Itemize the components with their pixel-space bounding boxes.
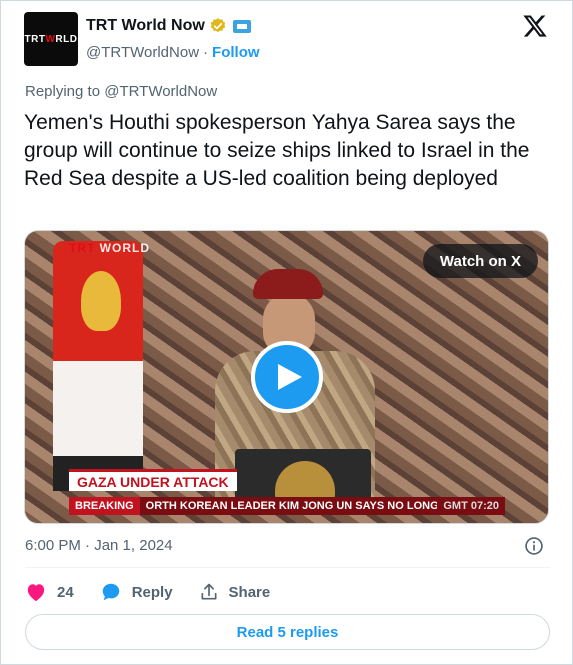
- share-label: Share: [228, 583, 271, 601]
- ticker-label: BREAKING: [69, 497, 140, 515]
- share-button[interactable]: Share: [199, 582, 271, 602]
- author-handle[interactable]: @TRTWorldNow: [86, 44, 199, 61]
- reply-label: Reply: [131, 583, 173, 601]
- author-handle-row: @TRTWorldNow · Follow: [86, 44, 260, 61]
- info-icon[interactable]: [524, 536, 544, 556]
- heart-icon: [27, 584, 45, 602]
- watch-on-x-button[interactable]: Watch on X: [422, 244, 538, 278]
- separator-dot: ·: [203, 44, 209, 61]
- replying-to[interactable]: Replying to @TRTWorldNow: [25, 83, 217, 100]
- video-brand-watermark: TRT WORLD: [69, 241, 150, 255]
- yemen-flag: [53, 241, 143, 491]
- author-display-name[interactable]: TRT World Now: [86, 17, 205, 35]
- follow-button[interactable]: Follow: [212, 44, 260, 61]
- play-button[interactable]: [251, 341, 323, 413]
- action-bar: 24 Reply Share: [25, 579, 296, 605]
- x-logo-icon[interactable]: [522, 13, 548, 39]
- ticker-text: ORTH KOREAN LEADER KIM JONG UN SAYS NO L…: [145, 500, 438, 512]
- reply-bubble-icon: [102, 583, 119, 601]
- affiliation-icon[interactable]: [232, 19, 251, 33]
- avatar[interactable]: TRTWRLD: [24, 12, 78, 66]
- play-icon: [277, 364, 302, 390]
- video-player[interactable]: TRT WORLD Watch on X GAZA UNDER ATTACK B…: [24, 230, 549, 524]
- divider: [25, 567, 550, 568]
- tweet-timestamp[interactable]: 6:00 PM · Jan 1, 2024: [25, 537, 173, 554]
- like-button[interactable]: 24: [25, 582, 74, 602]
- read-replies-button[interactable]: Read 5 replies: [25, 614, 550, 650]
- share-icon: [201, 583, 217, 600]
- tweet-card: TRTWRLD TRT World Now @TRTWorldNow · Fol…: [0, 0, 573, 665]
- avatar-logo-text: TRTWRLD: [24, 33, 78, 45]
- lower-third-headline: GAZA UNDER ATTACK: [69, 469, 237, 491]
- like-count: 24: [57, 583, 74, 601]
- news-ticker: BREAKING ORTH KOREAN LEADER KIM JONG UN …: [69, 497, 505, 515]
- author-name-row: TRT World Now: [86, 17, 251, 35]
- ticker-time: GMT 07:20: [443, 500, 499, 512]
- reply-button[interactable]: Reply: [100, 581, 173, 603]
- flag-emblem: [81, 271, 121, 331]
- tweet-text: Yemen's Houthi spokesperson Yahya Sarea …: [24, 111, 530, 190]
- verified-badge-icon: [210, 18, 225, 33]
